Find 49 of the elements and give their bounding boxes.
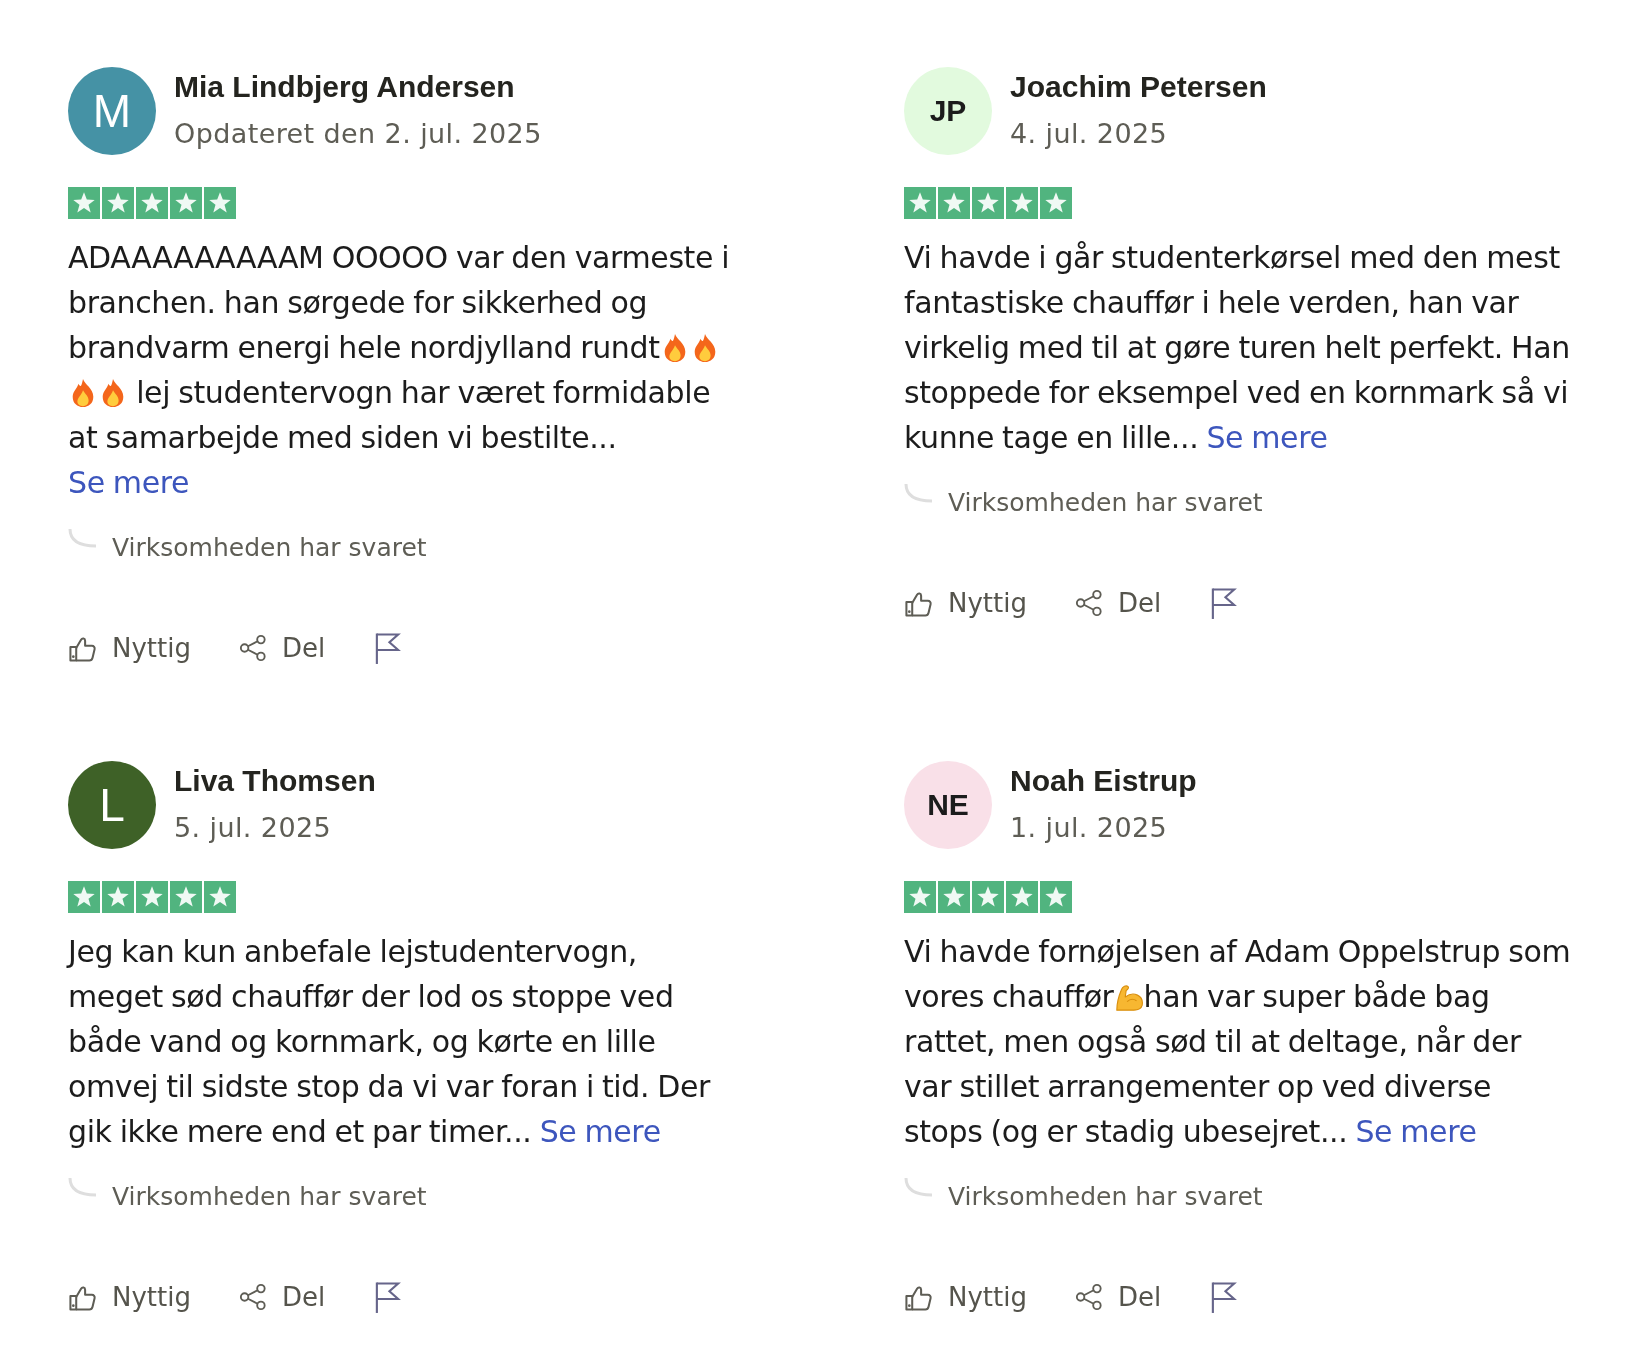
report-button[interactable]: [1209, 586, 1239, 620]
review-text: Vi havde i går studenterkørsel med den mest fantastiske chauffør i hele verden, han var virkelig med til at gøre turen helt perfekt. Han stoppede for eksempel ved en kornmark så vi kunne tage en lille... Se mere: [904, 239, 1571, 457]
share-icon: [1074, 1283, 1103, 1311]
reply-thread-icon: [68, 529, 96, 548]
flag-icon: [1209, 1280, 1239, 1314]
share-button[interactable]: Del: [238, 628, 326, 668]
review-text: ADAAAAAAAAAM OOOOO var den varmeste i branchen. han sørgede for sikkerhed og brandvarm energi hele nordjylland rundt lej studentervogn har været formidable at samarbejde med siden vi bestilte... Se mere: [68, 239, 731, 502]
helpful-button[interactable]: Nyttig: [904, 583, 1027, 623]
share-icon: [238, 1283, 267, 1311]
reply-thread-icon: [68, 1178, 96, 1197]
see-more-link[interactable]: Se mere: [1206, 420, 1328, 455]
share-icon: [238, 634, 267, 662]
see-more-link[interactable]: Se mere: [539, 1114, 661, 1149]
flag-icon: [1209, 586, 1239, 620]
report-button[interactable]: [1209, 1280, 1239, 1314]
review-date: 1. jul. 2025: [1010, 811, 1168, 845]
avatar: NE: [904, 761, 992, 849]
report-button[interactable]: [373, 1280, 403, 1314]
reviewer-name[interactable]: Mia Lindbjerg Andersen: [174, 67, 515, 107]
flag-icon: [373, 631, 403, 665]
share-button[interactable]: Del: [1074, 583, 1162, 623]
reviewer-name[interactable]: Liva Thomsen: [174, 761, 376, 801]
see-more-link[interactable]: Se mere: [68, 465, 190, 500]
company-reply-button[interactable]: Virksomheden har svaret: [904, 482, 1263, 524]
avatar: JP: [904, 67, 992, 155]
flexed-arm-icon: [1113, 982, 1144, 1012]
share-button[interactable]: Del: [1074, 1277, 1162, 1317]
company-reply-button[interactable]: Virksomheden har svaret: [68, 527, 427, 569]
helpful-button[interactable]: Nyttig: [904, 1277, 1027, 1317]
share-icon: [1074, 589, 1103, 617]
avatar: M: [68, 67, 156, 155]
company-reply-button[interactable]: Virksomheden har svaret: [68, 1176, 427, 1218]
flag-icon: [373, 1280, 403, 1314]
review-text: Jeg kan kun anbefale lejstudentervogn, meget sød chauffør der lod os stoppe ved både vand og kornmark, og kørte en lille omvej til sidste stop da vi var foran i tid. Der gik ikke mere end et par timer... Se mere: [68, 933, 712, 1151]
reviewer-name[interactable]: Noah Eistrup: [1010, 761, 1197, 801]
review-text: Vi havde fornøjelsen af Adam Oppelstrup som vores chauffør han var super både bag rattet, men også sød til at deltage, når der var stillet arrangementer op ved diverse stops (og er stadig ubesejret... Se mere: [904, 933, 1572, 1151]
review-date: 4. jul. 2025: [1010, 117, 1168, 151]
company-reply-button[interactable]: Virksomheden har svaret: [904, 1176, 1263, 1218]
see-more-link[interactable]: Se mere: [1355, 1114, 1477, 1149]
helpful-button[interactable]: Nyttig: [68, 1277, 191, 1317]
report-button[interactable]: [373, 631, 403, 665]
helpful-button[interactable]: Nyttig: [68, 628, 191, 668]
review-date: 5. jul. 2025: [174, 811, 332, 845]
reviewer-name[interactable]: Joachim Petersen: [1010, 67, 1267, 107]
avatar: L: [68, 761, 156, 849]
reply-thread-icon: [904, 484, 932, 503]
reply-thread-icon: [904, 1178, 932, 1197]
review-date: Opdateret den 2. jul. 2025: [174, 117, 542, 151]
share-button[interactable]: Del: [238, 1277, 326, 1317]
